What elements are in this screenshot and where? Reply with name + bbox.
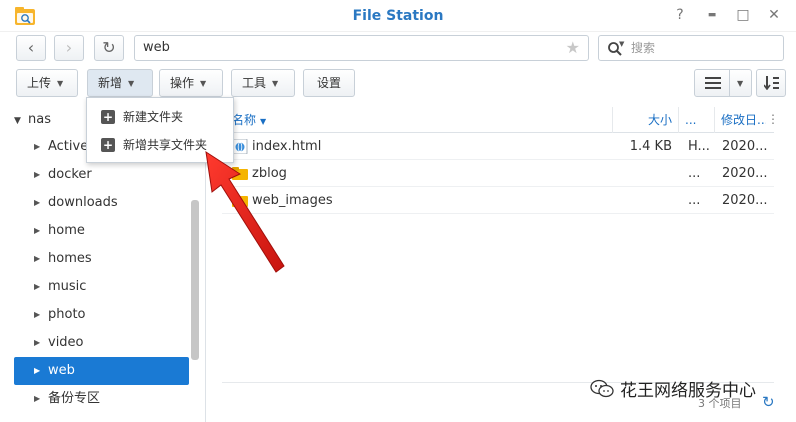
upload-button[interactable]: 上传 ▼ [16,69,78,97]
caret-down-icon: ▼ [200,78,207,88]
collapsed-arrow-icon[interactable]: ▶ [34,357,40,385]
caret-down-icon: ▼ [737,79,744,88]
collapsed-arrow-icon[interactable]: ▶ [34,273,40,301]
star-icon[interactable]: ★ [566,36,580,60]
collapsed-arrow-icon[interactable]: ▶ [34,133,40,161]
column-modified[interactable]: 修改日... [714,107,766,133]
caret-down-icon: ▼ [272,78,279,88]
help-button[interactable]: ? [672,7,688,23]
collapsed-arrow-icon[interactable]: ▶ [34,189,40,217]
tree-item-music[interactable]: ▶ music [14,273,189,301]
tree-item-label: photo [48,307,86,322]
collapsed-arrow-icon[interactable]: ▶ [34,385,40,413]
toolbar: 上传 ▼ 新增 ▼ 操作 ▼ 工具 ▼ 设置 ▼ [0,66,796,100]
tools-label: 工具 [242,76,267,90]
collapsed-arrow-icon[interactable]: ▶ [34,161,40,189]
maximize-button[interactable]: □ [735,7,751,23]
sort-caret-icon: ▼ [260,117,267,126]
column-header: 名称 ▼ 大小 ... 修改日... ⋮ [222,107,779,133]
expanded-arrow-icon[interactable]: ▼ [14,116,28,126]
tree-item-photo[interactable]: ▶ photo [14,301,189,329]
search-input[interactable] [631,38,781,58]
tree-item-label: video [48,335,84,350]
watermark-text: 花王网络服务中心 [620,381,756,401]
tree-item-label: web [48,363,75,378]
collapsed-arrow-icon[interactable]: ▶ [34,217,40,245]
tree-root-nas[interactable]: ▼ nas [14,112,51,127]
new-button[interactable]: 新增 ▼ [87,69,153,97]
action-button[interactable]: 操作 ▼ [159,69,223,97]
caret-down-icon: ▼ [57,78,64,88]
file-type: H... [688,139,710,154]
sort-button[interactable] [756,69,786,97]
settings-button[interactable]: 设置 [303,69,355,97]
caret-down-icon: ▼ [128,78,135,88]
tree-item-web[interactable]: ▶ web [14,357,189,385]
watermark: 花王网络服务中心 [590,374,780,404]
new-label: 新增 [98,76,123,90]
file-modified: 2020... [722,139,768,154]
column-menu-icon[interactable]: ⋮ [767,112,779,126]
menu-item-new-folder[interactable]: + 新建文件夹 [87,103,233,131]
path-text: web [143,40,170,55]
path-field[interactable]: web ★ [134,35,589,61]
tree-item-backup[interactable]: ▶ 备份专区 [14,385,189,413]
table-row[interactable]: zblog ... 2020... [222,160,774,187]
collapsed-arrow-icon[interactable]: ▶ [34,245,40,273]
collapsed-arrow-icon[interactable]: ▶ [34,329,40,357]
file-type: ... [688,193,701,208]
column-type[interactable]: ... [678,107,714,133]
column-name-label: 名称 [232,113,257,127]
tree-root-label: nas [28,112,51,127]
button-divider [729,70,730,96]
refresh-button[interactable]: ↻ [94,35,124,61]
minimize-button[interactable]: ▬ [704,7,720,23]
plus-icon: + [101,110,115,124]
menu-item-label: 新增共享文件夹 [123,138,208,152]
tree-item-video[interactable]: ▶ video [14,329,189,357]
file-modified: 2020... [722,193,768,208]
list-view-icon [705,77,721,89]
tree-item-home[interactable]: ▶ home [14,217,189,245]
file-size: 1.4 KB [629,139,672,154]
tree-item-label: Active [48,139,89,154]
tree-item-label: music [48,279,87,294]
action-label: 操作 [170,76,195,90]
tools-button[interactable]: 工具 ▼ [231,69,295,97]
tree-item-label: 备份专区 [48,391,101,406]
tree-item-label: homes [48,251,92,266]
table-row[interactable]: index.html 1.4 KB H... 2020... [222,133,774,160]
upload-label: 上传 [27,76,52,90]
menu-item-label: 新建文件夹 [123,110,184,124]
search-caret-icon[interactable]: ▼ [619,40,624,48]
sort-icon [764,76,779,90]
collapsed-arrow-icon[interactable]: ▶ [34,301,40,329]
wechat-icon [590,379,614,398]
file-modified: 2020... [722,166,768,181]
tree-item-docker[interactable]: ▶ docker [14,161,189,189]
tree-item-label: home [48,223,85,238]
table-row[interactable]: web_images ... 2020... [222,187,774,214]
tree-item-downloads[interactable]: ▶ downloads [14,189,189,217]
column-size[interactable]: 大小 [612,107,678,133]
file-type: ... [688,166,701,181]
plus-icon: + [101,138,115,152]
search-box[interactable]: ▼ [598,35,784,61]
column-name[interactable]: 名称 ▼ [222,107,502,133]
forward-button[interactable]: › [54,35,84,61]
tree-item-homes[interactable]: ▶ homes [14,245,189,273]
close-button[interactable]: ✕ [766,7,782,23]
tree-item-label: downloads [48,195,118,210]
annotation-arrow [205,150,285,273]
back-button[interactable]: ‹ [16,35,46,61]
tree-item-label: docker [48,167,92,182]
title-bar: File Station ? ▬ □ ✕ [0,0,796,32]
navigation-bar: ‹ › ↻ web ★ ▼ [0,32,796,64]
view-mode-button[interactable]: ▼ [694,69,752,97]
